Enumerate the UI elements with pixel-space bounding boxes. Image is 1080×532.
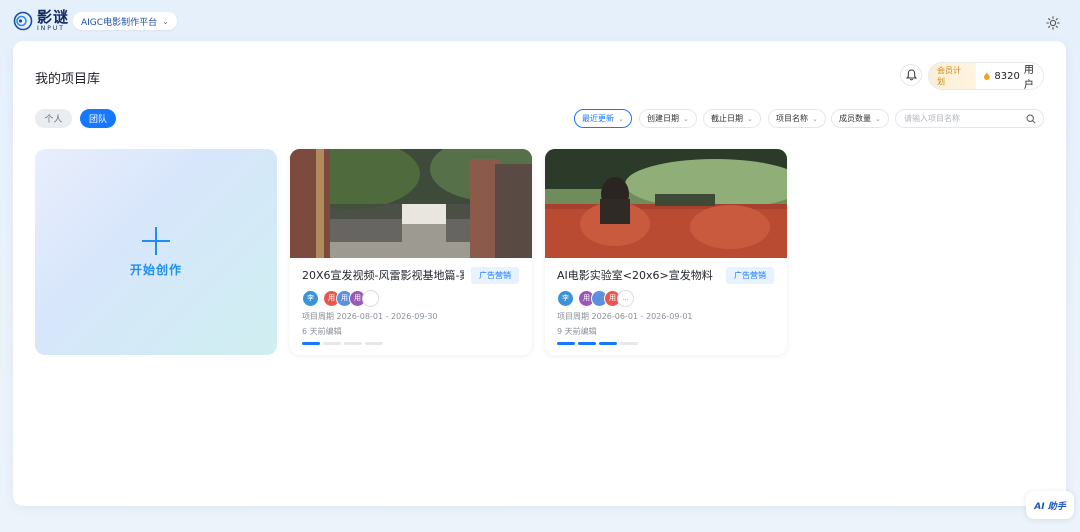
search-placeholder: 请输入项目名称	[904, 114, 960, 123]
filter-due-date[interactable]: 截止日期 ⌄	[703, 109, 761, 128]
user-menu[interactable]: 用户	[1024, 63, 1043, 89]
progress-step	[557, 342, 575, 345]
ai-assistant-button[interactable]: AI 助手	[1026, 491, 1074, 519]
filter-label: 成员数量	[839, 114, 871, 123]
create-label: 开始创作	[129, 262, 182, 277]
logo-text: 影谜	[37, 8, 70, 26]
account-box: 会员计划 8320 用户	[928, 62, 1044, 90]
chevron-down-icon: ⌄	[618, 114, 624, 123]
progress-step	[365, 342, 383, 345]
avatar	[362, 289, 379, 307]
progress-steps	[302, 342, 386, 345]
points-icon	[983, 72, 990, 80]
search-icon[interactable]	[1026, 114, 1036, 124]
project-period: 项目周期 2026-08-01 - 2026-09-30	[302, 312, 438, 321]
notification-button[interactable]	[900, 64, 922, 86]
vip-plan-button[interactable]: 会员计划	[929, 63, 976, 89]
filter-project-name[interactable]: 项目名称 ⌄	[768, 109, 826, 128]
project-tag: 广告营销	[726, 267, 774, 284]
progress-step	[302, 342, 320, 345]
chevron-down-icon: ⌄	[875, 114, 881, 123]
page-title: 我的项目库	[35, 72, 101, 87]
project-title: AI电影实验室<20x6>宣发物料	[557, 269, 713, 282]
project-card[interactable]: 20X6宣发视频-风雷影视基地篇-案... 广告营销 李 用 用 用 项目周期 …	[290, 149, 532, 355]
project-card[interactable]: AI电影实验室<20x6>宣发物料 广告营销 李 用 用 ... 项目周期 20…	[545, 149, 787, 355]
avatar: ...	[617, 289, 634, 307]
chevron-down-icon: ⌄	[683, 114, 689, 123]
project-thumbnail	[545, 149, 787, 258]
points-value: 8320	[994, 70, 1020, 82]
filter-label: 最近更新	[582, 114, 614, 123]
progress-step	[620, 342, 638, 345]
progress-step	[344, 342, 362, 345]
logo-icon	[13, 11, 33, 31]
create-project-card[interactable]: 开始创作	[35, 149, 277, 355]
platform-selector[interactable]: AIGC电影制作平台 ⌄	[73, 12, 177, 30]
app-logo[interactable]: 影谜 INPUT	[13, 10, 69, 32]
filter-recent-update[interactable]: 最近更新 ⌄	[574, 109, 632, 128]
platform-label: AIGC电影制作平台	[81, 17, 158, 28]
theme-toggle-icon[interactable]	[1046, 16, 1060, 30]
filter-created-date[interactable]: 创建日期 ⌄	[639, 109, 697, 128]
bell-icon	[905, 69, 917, 81]
vip-label: 会员计划	[937, 66, 961, 86]
project-thumbnail	[290, 149, 532, 258]
search-input[interactable]: 请输入项目名称	[895, 109, 1044, 128]
filter-label: 截止日期	[711, 114, 743, 123]
member-avatars[interactable]: 李 用 用 ...	[557, 289, 634, 307]
last-edited: 9 天前编辑	[557, 327, 597, 336]
chevron-down-icon: ⌄	[812, 114, 818, 123]
tab-team[interactable]: 团队	[80, 109, 116, 128]
logo-subtext: INPUT	[37, 25, 65, 32]
project-library-panel: 我的项目库 会员计划 8320 用户 个人 团队 最近更新 ⌄ 创建日期 ⌄ 截止日…	[13, 41, 1066, 506]
filter-label: 项目名称	[776, 114, 808, 123]
owner-avatar: 李	[302, 289, 319, 307]
tab-personal[interactable]: 个人	[35, 109, 72, 128]
chevron-down-icon: ⌄	[747, 114, 753, 123]
progress-step	[599, 342, 617, 345]
chevron-down-icon: ⌄	[162, 16, 169, 26]
last-edited: 6 天前编辑	[302, 327, 342, 336]
project-title: 20X6宣发视频-风雷影视基地篇-案...	[302, 269, 464, 282]
project-tag: 广告营销	[471, 267, 519, 284]
filter-label: 创建日期	[647, 114, 679, 123]
plus-icon	[142, 226, 170, 255]
top-bar: 影谜 INPUT AIGC电影制作平台 ⌄	[0, 0, 1080, 42]
owner-avatar: 李	[557, 289, 574, 307]
progress-step	[578, 342, 596, 345]
member-avatars[interactable]: 李 用 用 用	[302, 289, 379, 307]
progress-steps	[557, 342, 641, 345]
filter-member-count[interactable]: 成员数量 ⌄	[831, 109, 889, 128]
project-period: 项目周期 2026-06-01 - 2026-09-01	[557, 312, 693, 321]
progress-step	[323, 342, 341, 345]
